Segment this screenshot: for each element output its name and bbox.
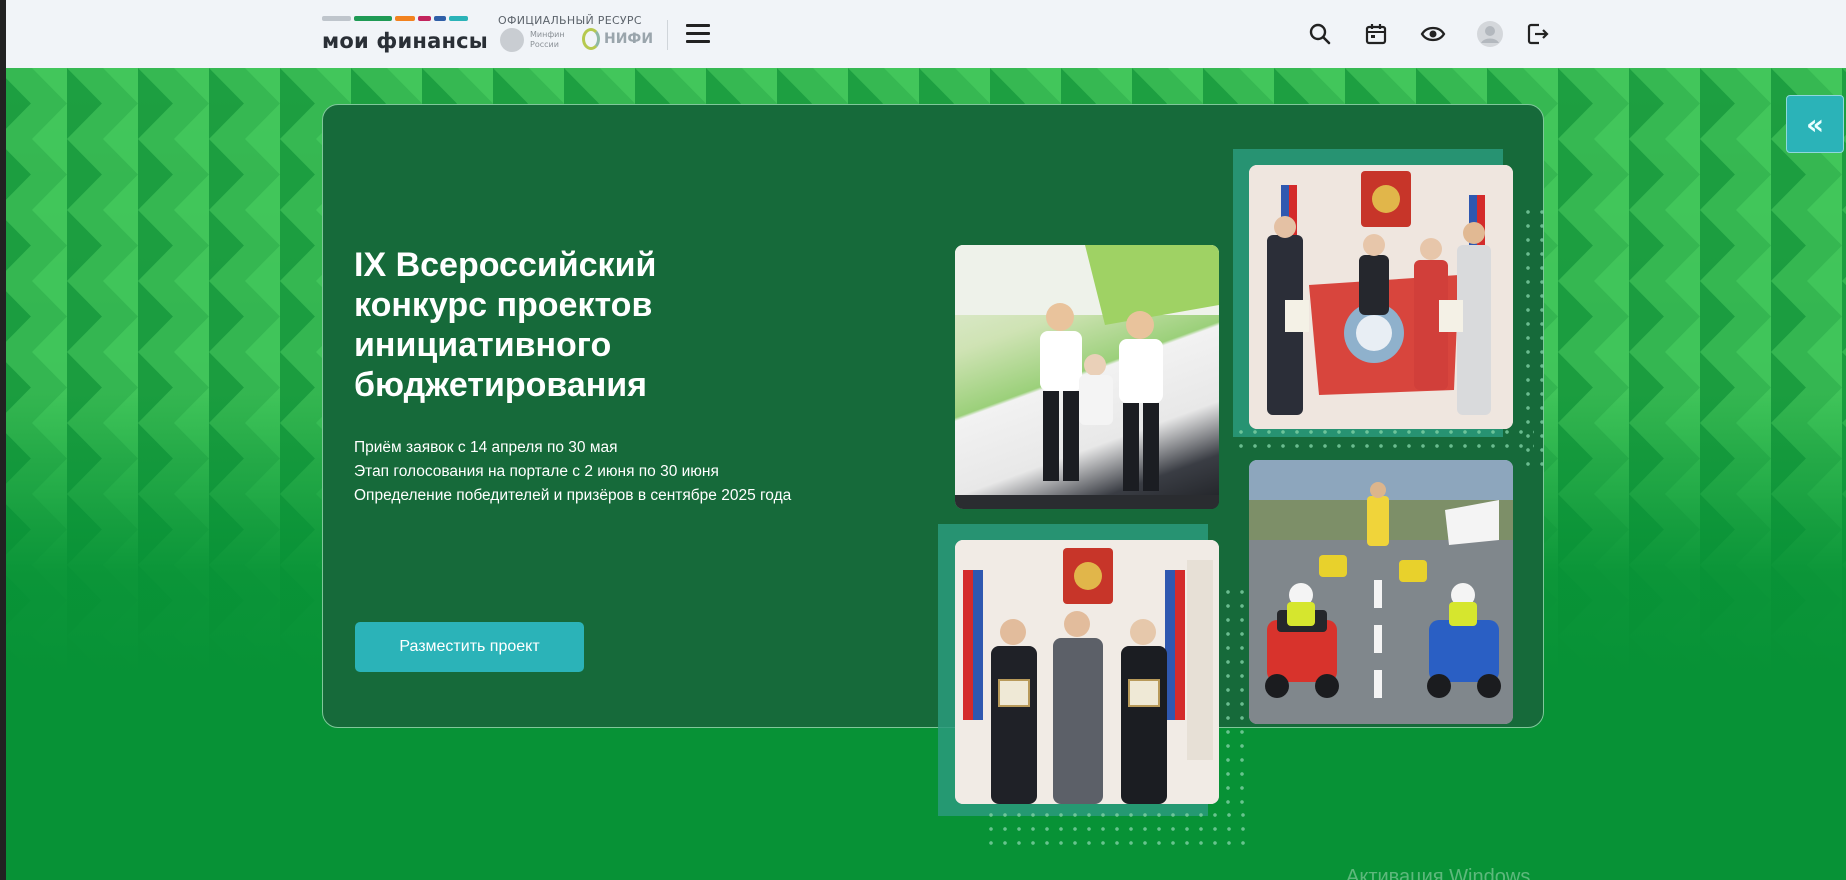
photo-flag-art (1249, 165, 1513, 429)
site-header: мои финансы ОФИЦИАЛЬНЫЙ РЕСУРС Минфин Ро… (6, 0, 1846, 69)
official-resource-label: ОФИЦИАЛЬНЫЙ РЕСУРС (498, 14, 642, 27)
contest-title: IX Всероссийский конкурс проектов инициа… (354, 246, 657, 404)
photo-flag (1249, 165, 1513, 429)
logo-bar (322, 16, 351, 21)
photo-dance (955, 245, 1219, 509)
dates-line: Приём заявок с 14 апреля по 30 мая (354, 439, 618, 456)
logo-text: мои финансы (322, 29, 488, 53)
photo-award (955, 540, 1219, 804)
avatar[interactable] (1476, 20, 1504, 48)
header-divider (667, 20, 668, 50)
logo-bar (417, 16, 432, 21)
partner-nifi-text: НИФИ (604, 31, 654, 47)
logout-icon[interactable] (1524, 20, 1552, 48)
submit-project-button[interactable]: Разместить проект (355, 622, 584, 672)
menu-icon[interactable] (686, 24, 710, 44)
coat-of-arms-icon (500, 28, 524, 52)
photo-award-art (955, 540, 1219, 804)
partner-minfin-text: Минфин России (530, 30, 565, 49)
logo-bar (434, 16, 446, 21)
dates-line: Этап голосования на портале с 2 июня по … (354, 463, 719, 480)
page: мои финансы ОФИЦИАЛЬНЫЙ РЕСУРС Минфин Ро… (6, 0, 1846, 880)
search-icon[interactable] (1306, 20, 1334, 48)
decor-dots (1221, 585, 1251, 805)
logo-color-bars (322, 16, 468, 21)
decor-dots (984, 808, 1254, 852)
dates-line: Определение победителей и призёров в сен… (354, 487, 792, 504)
eye-icon[interactable] (1419, 20, 1447, 48)
calendar-icon[interactable] (1362, 20, 1390, 48)
logo-bar (353, 16, 393, 21)
decor-dots (1234, 425, 1534, 455)
contest-dates: Приём заявок с 14 апреля по 30 мая Этап … (354, 436, 814, 508)
photo-dance-art (955, 245, 1219, 509)
photo-kids-art (1249, 460, 1513, 724)
partner-nifi[interactable]: НИФИ (582, 28, 653, 50)
nifi-leaf-icon (582, 28, 600, 50)
partner-minfin[interactable]: Минфин России (500, 28, 565, 52)
logo[interactable]: мои финансы (322, 16, 488, 53)
photo-kids (1249, 460, 1513, 724)
side-panel-toggle-button[interactable]: « (1786, 95, 1844, 153)
logo-bar (395, 16, 415, 21)
logo-bar (448, 16, 468, 21)
os-activation-watermark: Активация Windows (1346, 866, 1531, 880)
